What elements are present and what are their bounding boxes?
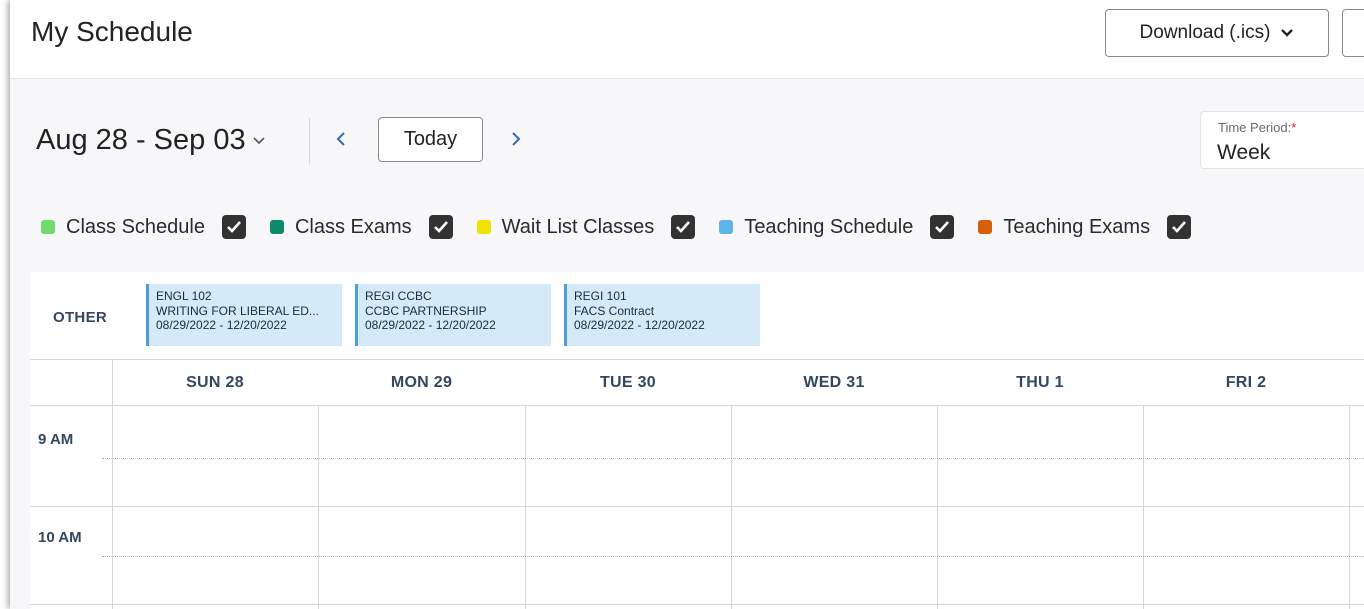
event-title: CCBC PARTNERSHIP bbox=[365, 303, 487, 318]
time-period-select[interactable]: Time Period:* Week bbox=[1200, 111, 1364, 169]
page-title: My Schedule bbox=[31, 16, 193, 47]
time-gutter-divider bbox=[112, 360, 113, 609]
other-events-row: OTHER ENGL 102 WRITING FOR LIBERAL ED... 0… bbox=[30, 272, 1364, 359]
today-button[interactable]: Today bbox=[378, 117, 483, 162]
next-week-button[interactable] bbox=[503, 124, 529, 154]
required-marker: * bbox=[1291, 120, 1297, 135]
day-header[interactable]: FRI 2 bbox=[1143, 360, 1349, 405]
legend-color-dot bbox=[41, 220, 55, 234]
legend-checkbox-teaching-exams[interactable] bbox=[1167, 215, 1192, 239]
legend-label: Wait List Classes bbox=[501, 215, 655, 238]
legend-label: Teaching Exams bbox=[1003, 215, 1151, 238]
legend-color-dot bbox=[269, 220, 284, 234]
day-header[interactable]: WED 31 bbox=[731, 360, 937, 405]
legend-color-dot bbox=[476, 220, 491, 234]
time-label: 9 AM bbox=[38, 431, 74, 448]
legend-item-teaching-schedule: Teaching Schedule bbox=[719, 215, 955, 239]
legend-label: Teaching Schedule bbox=[744, 215, 914, 238]
previous-week-button[interactable] bbox=[328, 124, 354, 154]
legend-label: Class Exams bbox=[294, 215, 412, 238]
hour-line bbox=[30, 506, 1364, 507]
other-event-card[interactable]: REGI 101 FACS Contract 08/29/2022 - 12/20/… bbox=[564, 284, 760, 346]
checkmark-icon bbox=[433, 221, 448, 233]
day-column-divider bbox=[1349, 406, 1350, 609]
event-code: REGI CCBC bbox=[365, 289, 432, 303]
checkmark-icon bbox=[227, 221, 241, 233]
day-column-divider bbox=[318, 406, 319, 609]
day-column-divider bbox=[525, 406, 526, 609]
legend-checkbox-wait-list-classes[interactable] bbox=[671, 215, 696, 239]
other-event-card[interactable]: ENGL 102 WRITING FOR LIBERAL ED... 08/29/2… bbox=[146, 284, 342, 346]
legend-item-class-exams: Class Exams bbox=[269, 215, 453, 239]
event-dates: 08/29/2022 - 12/20/2022 bbox=[365, 318, 496, 332]
calendar-grid: SUN 28 MON 29 TUE 30 WED 31 THU 1 FRI 2 9 AM 10… bbox=[30, 359, 1364, 609]
chevron-left-icon bbox=[336, 132, 345, 146]
chevron-down-icon bbox=[253, 136, 265, 144]
legend-label: Class Schedule bbox=[66, 215, 205, 238]
legend-item-class-schedule: Class Schedule bbox=[41, 215, 246, 239]
hour-line bbox=[30, 604, 1364, 605]
half-hour-line bbox=[102, 458, 1364, 459]
legend-checkbox-class-exams[interactable] bbox=[428, 215, 453, 239]
event-dates: 08/29/2022 - 12/20/2022 bbox=[156, 318, 287, 332]
legend-item-wait-list-classes: Wait List Classes bbox=[476, 215, 696, 239]
legend-item-teaching-exams: Teaching Exams bbox=[978, 215, 1192, 239]
page-header: My Schedule Download (.ics) bbox=[10, 0, 1364, 79]
event-title: FACS Contract bbox=[574, 303, 655, 318]
half-hour-line bbox=[102, 556, 1364, 557]
day-column-divider bbox=[731, 406, 732, 609]
event-code: ENGL 102 bbox=[156, 289, 212, 303]
legend-checkbox-teaching-schedule[interactable] bbox=[930, 215, 955, 239]
schedule-page: My Schedule Download (.ics) Aug 28 - Sep… bbox=[10, 0, 1364, 609]
legend-checkbox-class-schedule[interactable] bbox=[221, 215, 246, 239]
day-header[interactable]: THU 1 bbox=[937, 360, 1143, 405]
time-label: 10 AM bbox=[38, 529, 82, 546]
checkmark-icon bbox=[935, 221, 950, 233]
time-period-value: Week bbox=[1217, 141, 1271, 164]
checkmark-icon bbox=[1172, 221, 1187, 233]
other-event-card[interactable]: REGI CCBC CCBC PARTNERSHIP 08/29/2022 - 12… bbox=[355, 284, 551, 346]
download-label: Download (.ics) bbox=[1139, 22, 1271, 43]
header-divider bbox=[30, 405, 1364, 406]
more-options-button[interactable] bbox=[1342, 9, 1364, 57]
chevron-down-icon bbox=[1281, 29, 1294, 37]
event-code: REGI 101 bbox=[574, 289, 627, 303]
date-range-selector[interactable]: Aug 28 - Sep 03 bbox=[36, 124, 266, 157]
time-period-label: Time Period:* bbox=[1218, 120, 1297, 135]
event-dates: 08/29/2022 - 12/20/2022 bbox=[574, 318, 705, 332]
event-title: WRITING FOR LIBERAL ED... bbox=[156, 303, 319, 318]
day-header[interactable]: SUN 28 bbox=[112, 360, 318, 405]
day-header[interactable]: TUE 30 bbox=[525, 360, 731, 405]
date-range-label: Aug 28 - Sep 03 bbox=[36, 124, 246, 156]
chevron-right-icon bbox=[512, 132, 521, 146]
day-column-divider bbox=[937, 406, 938, 609]
day-column-divider bbox=[1143, 406, 1144, 609]
calendar-legend: Class Schedule Class Exams Wait List Class… bbox=[41, 213, 1215, 241]
checkmark-icon bbox=[676, 221, 691, 233]
legend-color-dot bbox=[719, 220, 734, 234]
day-header[interactable]: MON 29 bbox=[318, 360, 525, 405]
legend-color-dot bbox=[978, 220, 993, 234]
download-ics-button[interactable]: Download (.ics) bbox=[1105, 9, 1329, 57]
other-label: OTHER bbox=[53, 309, 107, 326]
toolbar-divider bbox=[309, 118, 310, 164]
